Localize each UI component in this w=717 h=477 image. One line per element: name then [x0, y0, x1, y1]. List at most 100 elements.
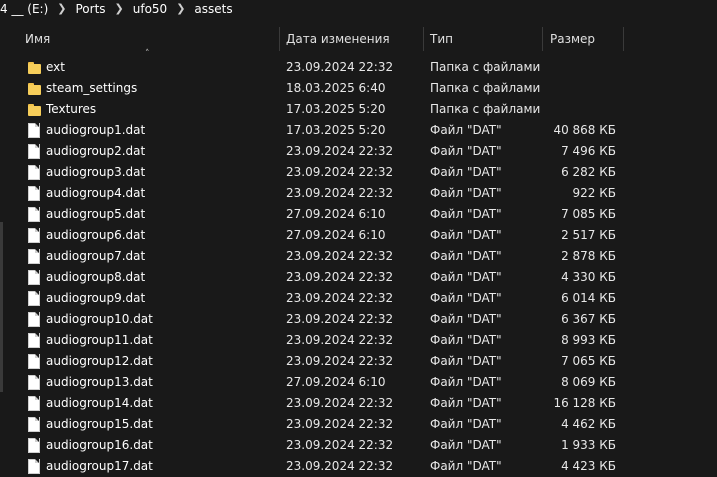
- file-name: audiogroup14.dat: [46, 396, 153, 410]
- column-divider[interactable]: [423, 27, 424, 51]
- list-item[interactable]: steam_settings 18.03.2025 6:40 Папка с фай…: [0, 78, 717, 99]
- list-item[interactable]: audiogroup3.dat 23.09.2024 22:32 Файл "DAT…: [0, 162, 717, 183]
- modified-date: 27.09.2024 6:10: [286, 228, 386, 242]
- file-type: Файл "DAT": [430, 291, 502, 305]
- file-icon: [28, 144, 40, 159]
- file-icon: [28, 312, 40, 327]
- column-divider[interactable]: [623, 27, 624, 51]
- file-icon: [28, 165, 40, 180]
- modified-date: 23.09.2024 22:32: [286, 312, 394, 326]
- modified-date: 23.09.2024 22:32: [286, 354, 394, 368]
- list-item[interactable]: audiogroup1.dat 17.03.2025 5:20 Файл "DAT"…: [0, 120, 717, 141]
- file-name: Textures: [46, 102, 97, 116]
- list-item[interactable]: audiogroup15.dat 23.09.2024 22:32 Файл "DA…: [0, 414, 717, 435]
- file-type: Файл "DAT": [430, 354, 502, 368]
- chevron-right-icon: ❯: [57, 2, 67, 15]
- file-icon: [28, 207, 40, 222]
- column-header-name[interactable]: Имя: [25, 27, 50, 51]
- list-item[interactable]: audiogroup5.dat 27.09.2024 6:10 Файл "DAT"…: [0, 204, 717, 225]
- file-type: Файл "DAT": [430, 249, 502, 263]
- modified-date: 18.03.2025 6:40: [286, 81, 386, 95]
- file-name: ext: [46, 60, 65, 74]
- file-name: audiogroup5.dat: [46, 207, 146, 221]
- column-divider[interactable]: [542, 27, 543, 51]
- list-item[interactable]: audiogroup4.dat 23.09.2024 22:32 Файл "DAT…: [0, 183, 717, 204]
- file-size: 7 085 КБ: [561, 207, 616, 221]
- list-item[interactable]: Textures 17.03.2025 5:20 Папка с файлами: [0, 99, 717, 120]
- file-list: ext 23.09.2024 22:32 Папка с файлами steam_…: [0, 57, 717, 477]
- list-item[interactable]: audiogroup6.dat 27.09.2024 6:10 Файл "DAT"…: [0, 225, 717, 246]
- file-name: audiogroup6.dat: [46, 228, 146, 242]
- modified-date: 23.09.2024 22:32: [286, 249, 394, 263]
- file-icon: [28, 123, 40, 138]
- list-item[interactable]: audiogroup2.dat 23.09.2024 22:32 Файл "DAT…: [0, 141, 717, 162]
- breadcrumb: 4 __ (E:) ❯ Ports ❯ ufo50 ❯ assets: [0, 0, 717, 17]
- file-size: 7 496 КБ: [561, 144, 616, 158]
- file-name: audiogroup17.dat: [46, 459, 153, 473]
- folder-icon: [28, 104, 41, 116]
- file-type: Файл "DAT": [430, 228, 502, 242]
- file-name: audiogroup9.dat: [46, 291, 146, 305]
- file-size: 2 878 КБ: [561, 249, 616, 263]
- file-size: 16 128 КБ: [553, 396, 616, 410]
- column-header-type[interactable]: Тип: [430, 27, 453, 51]
- file-icon: [28, 249, 40, 264]
- file-name: audiogroup7.dat: [46, 249, 146, 263]
- modified-date: 23.09.2024 22:32: [286, 333, 394, 347]
- list-item[interactable]: audiogroup8.dat 23.09.2024 22:32 Файл "DAT…: [0, 267, 717, 288]
- list-item[interactable]: audiogroup16.dat 23.09.2024 22:32 Файл "DA…: [0, 435, 717, 456]
- file-name: audiogroup16.dat: [46, 438, 153, 452]
- file-size: 1 933 КБ: [561, 438, 616, 452]
- modified-date: 23.09.2024 22:32: [286, 459, 394, 473]
- file-size: 8 993 КБ: [561, 333, 616, 347]
- list-item[interactable]: audiogroup17.dat 23.09.2024 22:32 Файл "DA…: [0, 456, 717, 477]
- file-name: audiogroup12.dat: [46, 354, 153, 368]
- file-type: Файл "DAT": [430, 123, 502, 137]
- file-name: audiogroup15.dat: [46, 417, 153, 431]
- column-header-date[interactable]: Дата изменения: [286, 27, 390, 51]
- file-type: Файл "DAT": [430, 375, 502, 389]
- modified-date: 17.03.2025 5:20: [286, 102, 386, 116]
- list-item[interactable]: audiogroup12.dat 23.09.2024 22:32 Файл "DA…: [0, 351, 717, 372]
- file-name: audiogroup2.dat: [46, 144, 146, 158]
- list-item[interactable]: ext 23.09.2024 22:32 Папка с файлами: [0, 57, 717, 78]
- file-size: 4 423 КБ: [561, 459, 616, 473]
- file-name: audiogroup1.dat: [46, 123, 146, 137]
- file-name: steam_settings: [46, 81, 138, 95]
- modified-date: 17.03.2025 5:20: [286, 123, 386, 137]
- list-item[interactable]: audiogroup13.dat 27.09.2024 6:10 Файл "DAT…: [0, 372, 717, 393]
- column-header-row: ˄ Имя Дата изменения Тип Размер: [0, 27, 717, 59]
- file-icon: [28, 459, 40, 474]
- file-type: Файл "DAT": [430, 207, 502, 221]
- breadcrumb-ufo50[interactable]: ufo50: [133, 2, 167, 16]
- modified-date: 23.09.2024 22:32: [286, 417, 394, 431]
- modified-date: 23.09.2024 22:32: [286, 144, 394, 158]
- list-item[interactable]: audiogroup9.dat 23.09.2024 22:32 Файл "DAT…: [0, 288, 717, 309]
- modified-date: 27.09.2024 6:10: [286, 207, 386, 221]
- modified-date: 23.09.2024 22:32: [286, 396, 394, 410]
- breadcrumb-drive[interactable]: 4 __ (E:): [0, 2, 48, 16]
- file-type: Файл "DAT": [430, 417, 502, 431]
- list-item[interactable]: audiogroup11.dat 23.09.2024 22:32 Файл "DA…: [0, 330, 717, 351]
- list-item[interactable]: audiogroup14.dat 23.09.2024 22:32 Файл "DA…: [0, 393, 717, 414]
- breadcrumb-assets[interactable]: assets: [194, 2, 232, 16]
- file-name: audiogroup11.dat: [46, 333, 153, 347]
- modified-date: 23.09.2024 22:32: [286, 291, 394, 305]
- file-size: 2 517 КБ: [561, 228, 616, 242]
- file-size: 4 330 КБ: [561, 270, 616, 284]
- file-icon: [28, 354, 40, 369]
- file-type: Файл "DAT": [430, 396, 502, 410]
- column-divider[interactable]: [279, 27, 280, 51]
- file-icon: [28, 291, 40, 306]
- breadcrumb-ports[interactable]: Ports: [75, 2, 105, 16]
- chevron-right-icon: ❯: [114, 2, 124, 15]
- list-item[interactable]: audiogroup10.dat 23.09.2024 22:32 Файл "DA…: [0, 309, 717, 330]
- file-size: 8 069 КБ: [561, 375, 616, 389]
- list-item[interactable]: audiogroup7.dat 23.09.2024 22:32 Файл "DAT…: [0, 246, 717, 267]
- file-name: audiogroup3.dat: [46, 165, 146, 179]
- file-icon: [28, 186, 40, 201]
- file-type: Файл "DAT": [430, 144, 502, 158]
- modified-date: 23.09.2024 22:32: [286, 438, 394, 452]
- column-header-size[interactable]: Размер: [550, 27, 595, 51]
- file-size: 6 014 КБ: [561, 291, 616, 305]
